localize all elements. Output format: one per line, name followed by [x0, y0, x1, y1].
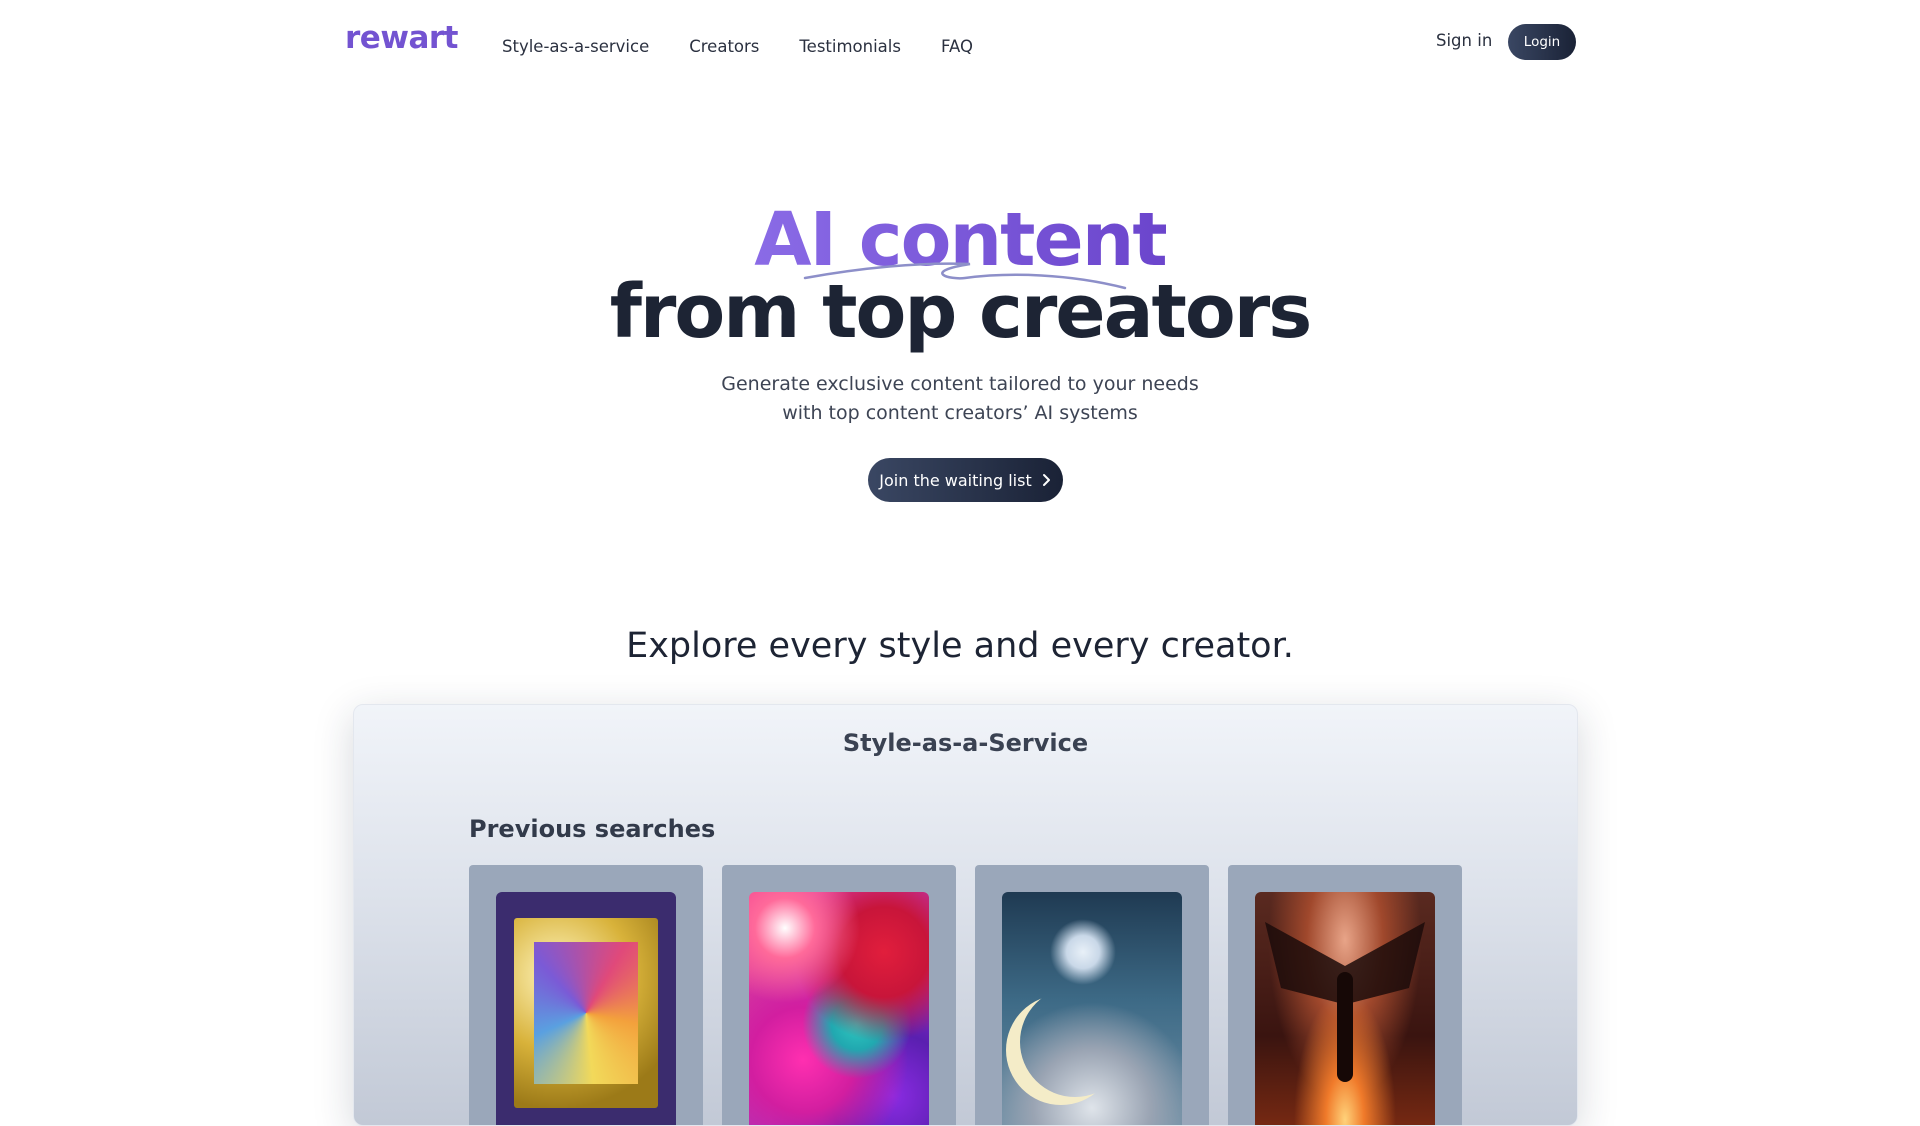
login-button[interactable]: Login — [1508, 24, 1576, 60]
nav-creators[interactable]: Creators — [689, 37, 759, 56]
site-header: rewart Style-as-a-service Creators Testi… — [0, 0, 1920, 90]
search-card-winged-figure[interactable] — [1228, 865, 1462, 1125]
search-card-framed-swirl[interactable] — [469, 865, 703, 1125]
nav-style-as-a-service[interactable]: Style-as-a-service — [502, 37, 649, 56]
previous-searches-title: Previous searches — [469, 815, 716, 843]
hero-subtitle-line-1: Generate exclusive content tailored to y… — [721, 373, 1199, 395]
style-as-a-service-panel: Style-as-a-Service Previous searches — [353, 704, 1578, 1126]
nav-testimonials[interactable]: Testimonials — [799, 37, 901, 56]
panel-title: Style-as-a-Service — [842, 729, 1089, 757]
chevron-right-icon — [1042, 474, 1050, 486]
cta-label: Join the waiting list — [879, 470, 1032, 490]
search-card-fluid-paint[interactable] — [722, 865, 956, 1125]
logo[interactable]: rewart — [345, 20, 458, 56]
framed-swirl-image — [496, 892, 676, 1125]
previous-searches-list — [469, 865, 1462, 1125]
search-card-moon-figure[interactable] — [975, 865, 1209, 1125]
hero-subtitle-line-2: with top content creators’ AI systems — [782, 402, 1138, 424]
join-waiting-list-button[interactable]: Join the waiting list — [868, 458, 1063, 502]
hero-headline: from top creators — [609, 269, 1313, 355]
nav-faq[interactable]: FAQ — [941, 37, 973, 56]
moon-figure-image — [1002, 892, 1182, 1125]
explore-heading: Explore every style and every creator. — [626, 626, 1294, 666]
fluid-paint-image — [749, 892, 929, 1125]
main-nav: Style-as-a-service Creators Testimonials… — [502, 37, 1013, 56]
hero-subtitle: Generate exclusive content tailored to y… — [0, 370, 1920, 428]
sign-in-link[interactable]: Sign in — [1436, 31, 1492, 50]
winged-figure-image — [1255, 892, 1435, 1125]
